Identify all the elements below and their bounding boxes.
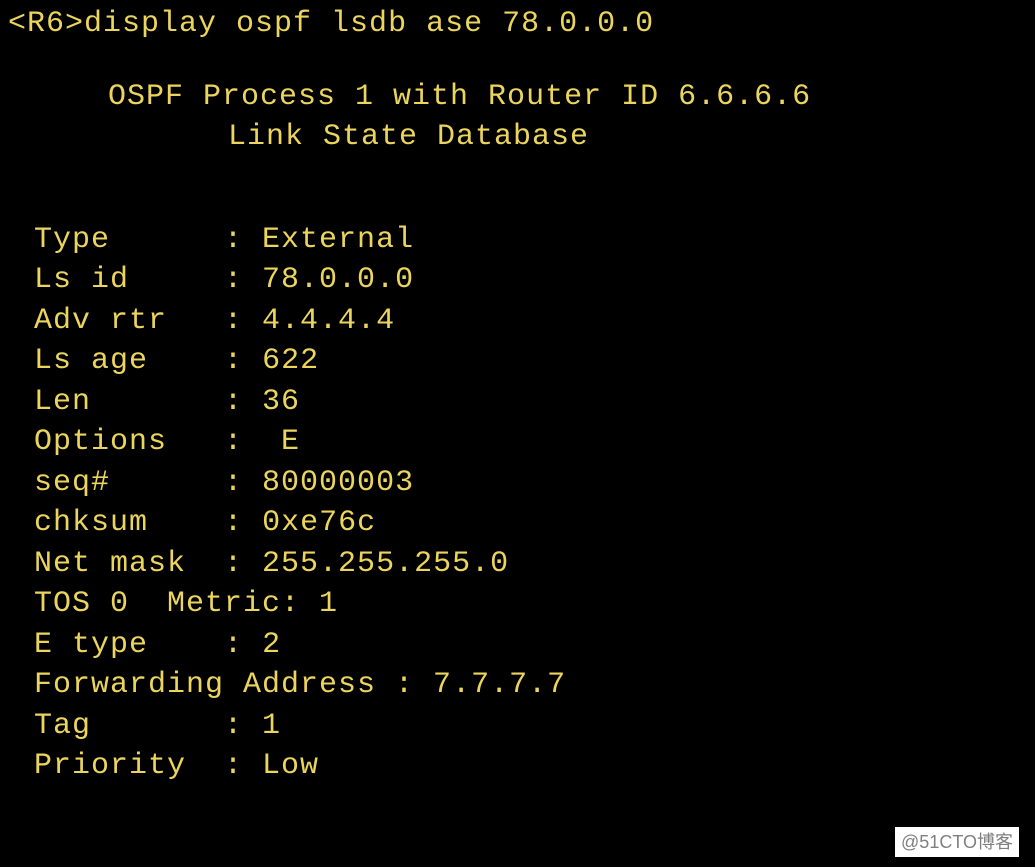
advrtr-row: Adv rtr : 4.4.4.4 <box>34 301 1027 342</box>
chksum-value: 0xe76c <box>262 506 376 540</box>
etype-label: E type <box>34 628 148 662</box>
len-label: Len <box>34 385 91 419</box>
options-value: E <box>262 425 300 459</box>
lsa-details: Type : External Ls id : 78.0.0.0 Adv rtr… <box>8 220 1027 787</box>
command-prompt[interactable]: <R6>display ospf lsdb ase 78.0.0.0 <box>8 4 1027 45</box>
tag-row: Tag : 1 <box>34 706 1027 747</box>
hostname-label: <R6> <box>8 7 84 41</box>
tag-value: 1 <box>262 709 281 743</box>
lsdb-title-line: Link State Database <box>8 117 1027 158</box>
ospf-process-line: OSPF Process 1 with Router ID 6.6.6.6 <box>8 77 1027 118</box>
priority-label: Priority <box>34 749 186 783</box>
lsid-value: 78.0.0.0 <box>262 263 414 297</box>
etype-row: E type : 2 <box>34 625 1027 666</box>
lsage-value: 622 <box>262 344 319 378</box>
netmask-row: Net mask : 255.255.255.0 <box>34 544 1027 585</box>
options-row: Options : E <box>34 422 1027 463</box>
fwdaddr-row: Forwarding Address : 7.7.7.7 <box>34 665 1027 706</box>
type-label: Type <box>34 223 110 257</box>
netmask-label: Net mask <box>34 547 186 581</box>
options-label: Options <box>34 425 167 459</box>
lsage-label: Ls age <box>34 344 148 378</box>
command-input[interactable]: display ospf lsdb ase 78.0.0.0 <box>84 7 654 41</box>
type-row: Type : External <box>34 220 1027 261</box>
advrtr-value: 4.4.4.4 <box>262 304 395 338</box>
lsid-label: Ls id <box>34 263 129 297</box>
seq-value: 80000003 <box>262 466 414 500</box>
etype-value: 2 <box>262 628 281 662</box>
netmask-value: 255.255.255.0 <box>262 547 509 581</box>
lsid-row: Ls id : 78.0.0.0 <box>34 260 1027 301</box>
lsage-row: Ls age : 622 <box>34 341 1027 382</box>
seq-label: seq# <box>34 466 110 500</box>
chksum-row: chksum : 0xe76c <box>34 503 1027 544</box>
chksum-label: chksum <box>34 506 148 540</box>
ospf-header: OSPF Process 1 with Router ID 6.6.6.6 Li… <box>8 77 1027 158</box>
len-row: Len : 36 <box>34 382 1027 423</box>
len-value: 36 <box>262 385 300 419</box>
watermark-label: @51CTO博客 <box>895 827 1019 857</box>
advrtr-label: Adv rtr <box>34 304 167 338</box>
type-value: External <box>262 223 414 257</box>
priority-value: Low <box>262 749 319 783</box>
seq-row: seq# : 80000003 <box>34 463 1027 504</box>
priority-row: Priority : Low <box>34 746 1027 787</box>
tos-metric-row: TOS 0 Metric: 1 <box>34 584 1027 625</box>
tag-label: Tag <box>34 709 91 743</box>
